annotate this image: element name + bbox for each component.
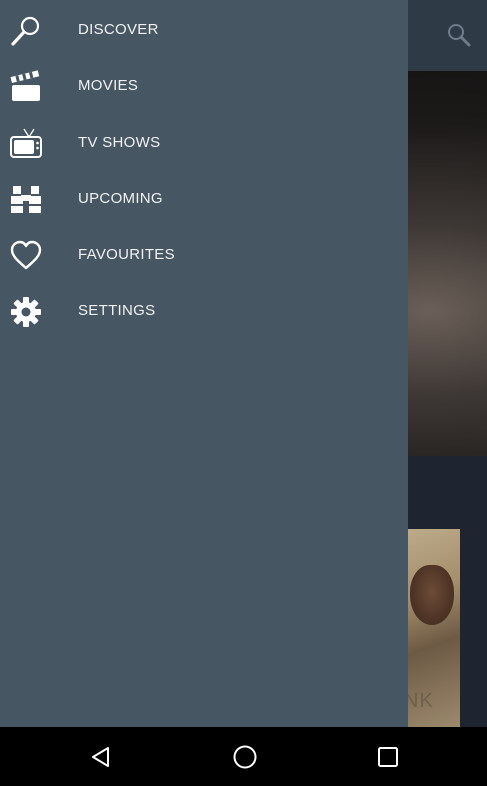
drawer-item-movies[interactable]: MOVIES <box>0 58 408 114</box>
drawer-item-upcoming[interactable]: UPCOMING <box>0 171 408 227</box>
recents-icon[interactable] <box>374 743 402 771</box>
drawer-item-label: MOVIES <box>78 77 139 94</box>
drawer-item-label: UPCOMING <box>78 190 163 207</box>
drawer-item-tv-shows[interactable]: TV SHOWS <box>0 115 408 171</box>
drawer-item-favourites[interactable]: FAVOURITES <box>0 227 408 283</box>
gear-icon <box>11 297 41 327</box>
drawer-item-settings[interactable]: SETTINGS <box>0 283 408 339</box>
clapperboard-icon <box>10 70 40 101</box>
search-icon[interactable] <box>446 22 472 48</box>
drawer-item-label: FAVOURITES <box>78 246 175 263</box>
back-icon[interactable] <box>87 743 115 771</box>
drawer-item-label: SETTINGS <box>78 302 156 319</box>
magnifier-icon <box>11 16 40 46</box>
heart-icon <box>10 240 42 270</box>
binoculars-icon <box>11 186 41 213</box>
home-icon[interactable] <box>231 743 259 771</box>
navigation-drawer: DISCOVER MOVIES TV SHOWS UPCOMING FAVOUR… <box>0 0 408 727</box>
system-navigation-bar <box>0 727 487 786</box>
drawer-item-label: DISCOVER <box>78 21 159 38</box>
drawer-item-discover[interactable]: DISCOVER <box>0 2 408 58</box>
drawer-item-label: TV SHOWS <box>78 134 161 151</box>
poster-portrait <box>410 565 454 625</box>
tv-icon <box>10 128 42 158</box>
poster-partial-title: NK <box>404 690 434 712</box>
